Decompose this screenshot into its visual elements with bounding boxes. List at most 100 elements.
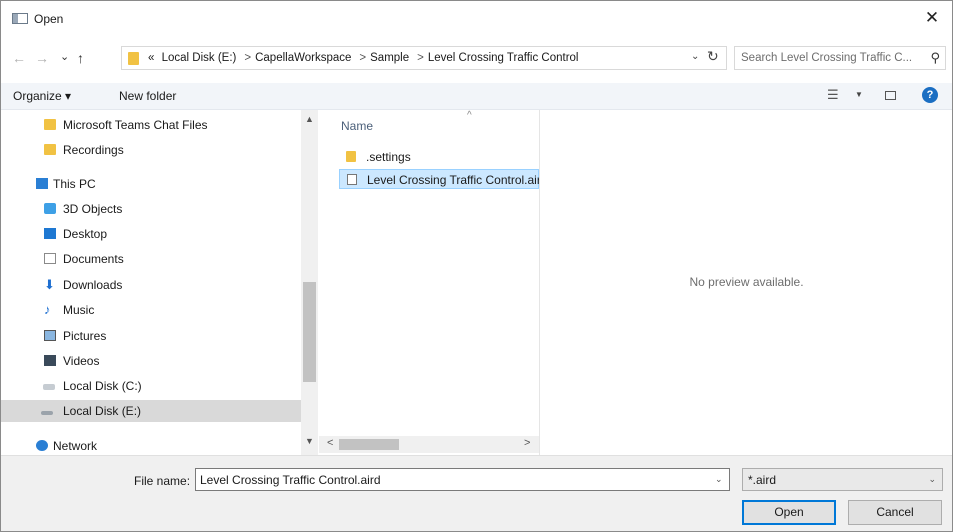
sidebar-item-documents[interactable]: Documents — [1, 248, 301, 270]
breadcrumb-overflow[interactable]: « — [148, 52, 154, 64]
document-icon — [44, 253, 56, 264]
search-input[interactable]: Search Level Crossing Traffic C... ⚲ — [734, 46, 946, 70]
sidebar-item-label: Microsoft Teams Chat Files — [63, 118, 208, 132]
sidebar-item-label: Local Disk (E:) — [63, 404, 142, 418]
forward-button[interactable]: → — [35, 50, 49, 66]
sidebar-item-label: Desktop — [63, 227, 108, 241]
address-dropdown-icon[interactable]: ⌄ — [691, 51, 699, 62]
scroll-right-icon[interactable]: > — [524, 437, 530, 449]
preview-message: No preview available. — [689, 275, 804, 289]
scroll-down-icon[interactable]: ▼ — [305, 436, 314, 446]
organize-button[interactable]: Organize ▾ — [13, 89, 71, 103]
network-icon — [36, 440, 48, 451]
cube-icon — [44, 203, 56, 214]
list-item-settings-folder[interactable]: .settings — [339, 147, 539, 167]
sidebar-item-label: Network — [53, 439, 98, 453]
search-placeholder: Search Level Crossing Traffic C... — [741, 52, 913, 64]
sidebar-item-recordings[interactable]: Recordings — [1, 139, 301, 161]
sidebar-item-label: Recordings — [63, 143, 124, 157]
folder-icon — [44, 119, 56, 130]
sort-ascending-icon: ^ — [467, 110, 472, 121]
recent-locations-button[interactable]: ⌄ — [60, 50, 69, 63]
sidebar-item-label: 3D Objects — [63, 202, 123, 216]
breadcrumb-local-disk-e[interactable]: Local Disk (E:) — [162, 52, 237, 64]
search-icon[interactable]: ⚲ — [930, 50, 940, 66]
sidebar-item-label: Downloads — [63, 278, 123, 292]
sidebar-item-local-disk-c[interactable]: Local Disk (C:) — [1, 375, 301, 397]
scroll-up-icon[interactable]: ▲ — [305, 114, 314, 124]
sidebar-item-this-pc[interactable]: This PC — [1, 173, 301, 195]
close-button[interactable]: ✕ — [912, 1, 952, 35]
folder-icon — [44, 144, 56, 155]
music-icon: ♪ — [44, 302, 51, 317]
sidebar-item-label: Pictures — [63, 329, 107, 343]
disk-icon — [41, 411, 53, 415]
breadcrumb-sample[interactable]: Sample — [370, 52, 409, 64]
download-icon: ⬇ — [44, 277, 55, 292]
file-name-input[interactable] — [195, 468, 730, 491]
breadcrumb-separator[interactable]: > — [244, 52, 251, 64]
file-type-filter[interactable]: *.aird ⌄ — [742, 468, 943, 491]
list-item-label: Level Crossing Traffic Control.aird — [367, 173, 539, 187]
file-list-horizontal-scrollbar[interactable]: < > — [319, 436, 539, 453]
open-file-dialog: Open ✕ ← → ⌄ ↑ « Local Disk (E:) > Capella… — [0, 0, 953, 532]
breadcrumb: « Local Disk (E:) > CapellaWorkspace > Sampl… — [148, 52, 583, 64]
scrollbar-thumb[interactable] — [339, 439, 399, 450]
sidebar-item-3d-objects[interactable]: 3D Objects — [1, 198, 301, 220]
sidebar-item-label: Documents — [63, 252, 124, 266]
disk-icon — [43, 384, 55, 390]
refresh-icon[interactable]: ↻ — [707, 48, 719, 65]
view-options-dropdown-icon[interactable]: ▼ — [855, 90, 863, 99]
folder-icon — [128, 52, 139, 65]
desktop-icon — [44, 228, 56, 239]
sidebar-item-videos[interactable]: Videos — [1, 350, 301, 372]
cancel-button[interactable]: Cancel — [848, 500, 942, 525]
scrollbar-thumb[interactable] — [303, 282, 316, 382]
file-name-panel: File name: ⌄ *.aird ⌄ Open Cancel — [1, 455, 952, 531]
breadcrumb-current-folder[interactable]: Level Crossing Traffic Control — [428, 52, 579, 64]
sidebar-item-label: Music — [63, 303, 95, 317]
help-icon[interactable]: ? — [922, 87, 938, 103]
file-name-dropdown-icon[interactable]: ⌄ — [715, 474, 723, 485]
breadcrumb-capellaworkspace[interactable]: CapellaWorkspace — [255, 52, 351, 64]
sidebar-item-label: Local Disk (C:) — [63, 379, 142, 393]
scroll-left-icon[interactable]: < — [327, 437, 333, 449]
folder-icon — [346, 151, 356, 162]
view-options-icon[interactable]: ☰ — [827, 87, 839, 103]
chevron-down-icon: ⌄ — [928, 474, 936, 484]
up-button[interactable]: ↑ — [77, 50, 84, 66]
window-icon — [12, 13, 28, 24]
open-button[interactable]: Open — [742, 500, 836, 525]
command-toolbar: Organize ▾ New folder ☰ ▼ ? — [1, 83, 952, 110]
preview-pane-icon[interactable] — [885, 91, 896, 100]
file-type-filter-value: *.aird — [748, 473, 777, 487]
sidebar-item-desktop[interactable]: Desktop — [1, 223, 301, 245]
navigation-pane[interactable]: Microsoft Teams Chat Files Recordings Th… — [1, 110, 301, 455]
sidebar-item-music[interactable]: ♪ Music — [1, 299, 301, 321]
sidebar-item-downloads[interactable]: ⬇ Downloads — [1, 274, 301, 296]
address-bar[interactable]: « Local Disk (E:) > CapellaWorkspace > Sampl… — [121, 46, 727, 70]
pc-icon — [36, 178, 48, 189]
sidebar-item-label: This PC — [53, 177, 96, 191]
file-list[interactable]: Name ^ .settings Level Crossing Traffic … — [319, 110, 539, 455]
window-title: Open — [34, 12, 64, 26]
list-item-label: .settings — [366, 150, 411, 164]
file-icon — [347, 174, 357, 185]
back-button[interactable]: ← — [12, 50, 26, 66]
picture-icon — [44, 330, 56, 341]
preview-divider[interactable] — [539, 110, 540, 455]
sidebar-item-microsoft-teams-chat-files[interactable]: Microsoft Teams Chat Files — [1, 114, 301, 136]
file-name-label: File name: — [134, 474, 191, 488]
sidebar-item-local-disk-e[interactable]: Local Disk (E:) — [1, 400, 301, 422]
title-bar: Open ✕ — [1, 1, 952, 35]
column-header-name[interactable]: Name — [341, 119, 373, 133]
new-folder-button[interactable]: New folder — [119, 89, 176, 103]
list-item-aird-file[interactable]: Level Crossing Traffic Control.aird — [339, 169, 539, 189]
navigation-pane-scrollbar[interactable]: ▲ ▼ — [301, 110, 318, 455]
sidebar-item-network[interactable]: Network — [1, 435, 301, 455]
breadcrumb-separator[interactable]: > — [417, 52, 424, 64]
breadcrumb-separator[interactable]: > — [359, 52, 366, 64]
sidebar-item-label: Videos — [63, 354, 100, 368]
video-icon — [44, 355, 56, 366]
sidebar-item-pictures[interactable]: Pictures — [1, 325, 301, 347]
